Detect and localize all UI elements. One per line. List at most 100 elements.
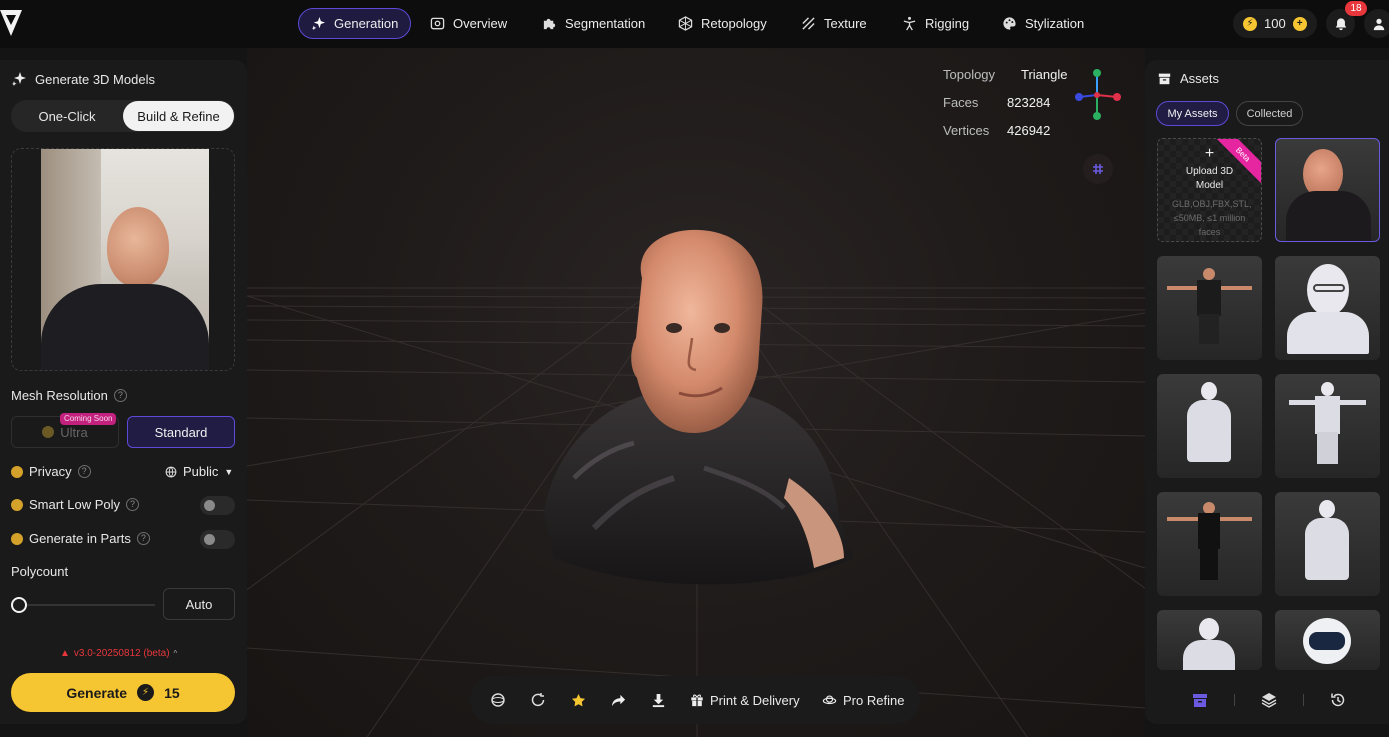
help-icon[interactable]: ?	[136, 532, 150, 545]
logo[interactable]	[0, 10, 22, 36]
privacy-select[interactable]: Public ▼	[165, 464, 233, 479]
tab-generation[interactable]: Generation	[298, 8, 412, 39]
viewport-toolbar: Print & Delivery Pro Refine	[470, 676, 920, 724]
tab-overview[interactable]: Overview	[418, 8, 519, 39]
one-click-mode[interactable]: One-Click	[13, 101, 121, 131]
user-menu[interactable]	[1364, 9, 1389, 38]
add-credits-icon[interactable]: +	[1292, 16, 1307, 31]
tab-label: Segmentation	[565, 16, 646, 31]
credits-count: 100	[1264, 16, 1286, 31]
top-bar: Generation Overview Segmentation Retopol…	[0, 0, 1389, 48]
collected-tab[interactable]: Collected	[1236, 101, 1303, 126]
help-icon[interactable]: ?	[113, 389, 127, 402]
refine-icon	[822, 695, 837, 705]
puzzle-icon	[543, 18, 556, 30]
sparkle-icon	[12, 72, 26, 86]
asset-thumbnail[interactable]	[1157, 610, 1262, 670]
coming-soon-badge: Coming Soon	[60, 413, 117, 425]
3d-viewport[interactable]: Topology Triangle Faces 823284 Vertices 426…	[247, 48, 1145, 737]
uploaded-photo	[41, 149, 209, 370]
polycount-label: Polycount	[11, 564, 69, 579]
pro-refine-button[interactable]: Pro Refine	[822, 690, 904, 710]
asset-thumbnail[interactable]	[1157, 374, 1262, 478]
grid-toggle-button[interactable]	[1083, 154, 1113, 184]
sphere-icon[interactable]	[488, 690, 508, 710]
pro-refine-label: Pro Refine	[843, 692, 905, 708]
asset-thumbnail[interactable]	[1157, 256, 1262, 360]
generate-parts-toggle[interactable]	[200, 530, 235, 549]
help-icon[interactable]: ?	[77, 465, 91, 478]
version-label: v3.0-20250812 (beta)	[73, 648, 170, 659]
tab-label: Overview	[453, 16, 508, 31]
asset-thumbnail[interactable]	[1275, 256, 1380, 360]
standard-option[interactable]: Standard	[127, 416, 235, 448]
download-icon[interactable]	[648, 690, 668, 710]
stat-vertices: Vertices 426942	[943, 116, 1067, 144]
my-assets-tab[interactable]: My Assets	[1156, 101, 1229, 126]
panel-title: Generate 3D Models	[11, 71, 155, 87]
grid-icon	[1093, 164, 1103, 174]
generate-parts-label: Generate in Parts	[29, 531, 131, 546]
smart-low-poly-row: Smart Low Poly ?	[11, 497, 140, 512]
asset-thumbnail[interactable]	[1275, 138, 1380, 242]
archive-icon	[1158, 73, 1171, 85]
smart-low-poly-label: Smart Low Poly	[29, 497, 121, 512]
image-upload-area[interactable]	[11, 148, 235, 371]
layers-icon[interactable]	[1259, 690, 1279, 710]
generate-label: Generate	[66, 684, 128, 701]
generate-parts-row: Generate in Parts ?	[11, 531, 150, 546]
upload-3d-model-tile[interactable]: + Upload 3D Model GLB,OBJ,FBX,STL, ≤50MB…	[1157, 138, 1262, 242]
privacy-value: Public	[183, 464, 219, 479]
3d-model-bust	[544, 229, 854, 585]
print-delivery-button[interactable]: Print & Delivery	[690, 690, 800, 710]
archive-icon[interactable]	[1190, 690, 1210, 710]
stat-key: Faces	[943, 94, 979, 110]
asset-thumbnail[interactable]	[1157, 492, 1262, 596]
tab-texture[interactable]: Texture	[789, 8, 879, 39]
premium-icon	[11, 498, 23, 511]
tab-retopology[interactable]: Retopology	[666, 8, 779, 39]
stat-topology: Topology Triangle	[943, 60, 1067, 88]
tab-segmentation[interactable]: Segmentation	[530, 8, 657, 39]
rigging-icon	[903, 16, 916, 31]
panel-title-text: Generate 3D Models	[35, 71, 155, 87]
stat-faces: Faces 823284	[943, 88, 1067, 116]
polycount-auto-button[interactable]: Auto	[163, 588, 235, 620]
stat-value: 426942	[1007, 122, 1051, 138]
mesh-icon	[678, 16, 693, 31]
asset-thumbnail[interactable]	[1275, 492, 1380, 596]
generate-button[interactable]: Generate ⚡ 15	[11, 673, 235, 712]
privacy-row: Privacy ?	[11, 464, 91, 479]
tab-label: Generation	[334, 16, 399, 31]
asset-thumbnail[interactable]	[1275, 610, 1380, 670]
history-icon[interactable]	[1328, 690, 1348, 710]
palette-icon	[1003, 17, 1016, 30]
assets-panel: Assets My Assets Collected + Upload 3D M…	[1145, 60, 1389, 724]
tab-rigging[interactable]: Rigging	[890, 8, 981, 39]
print-delivery-label: Print & Delivery	[710, 692, 800, 708]
rotate-icon[interactable]	[528, 690, 548, 710]
upload-formats: GLB,OBJ,FBX,STL, ≤50MB, ≤1 million faces	[1172, 199, 1252, 237]
mesh-stats: Topology Triangle Faces 823284 Vertices 426…	[943, 60, 1067, 144]
axis-gizmo[interactable]	[1073, 68, 1123, 122]
sparkle-icon	[311, 16, 326, 31]
tab-stylization[interactable]: Stylization	[990, 8, 1096, 39]
mode-switch: One-Click Build & Refine	[11, 100, 235, 132]
credits-pill[interactable]: ⚡ 100 +	[1233, 9, 1317, 38]
generate-panel: Generate 3D Models One-Click Build & Ref…	[0, 60, 247, 724]
premium-icon	[42, 426, 55, 438]
asset-thumbnail[interactable]	[1275, 374, 1380, 478]
lightning-icon: ⚡	[1243, 16, 1257, 31]
overview-icon	[430, 17, 445, 30]
help-icon[interactable]: ?	[126, 498, 140, 511]
stat-value: 823284	[1007, 94, 1051, 110]
share-icon[interactable]	[608, 690, 628, 710]
polycount-slider-track[interactable]	[18, 604, 155, 606]
build-refine-mode[interactable]: Build & Refine	[123, 101, 234, 131]
polycount-slider-knob[interactable]	[11, 597, 27, 613]
smart-low-poly-toggle[interactable]	[200, 496, 235, 515]
version-selector[interactable]: ▲ v3.0-20250812 (beta) ^	[60, 648, 177, 659]
star-icon[interactable]	[568, 690, 588, 710]
premium-icon	[11, 532, 23, 545]
upload-title: Upload 3D Model	[1185, 166, 1234, 191]
